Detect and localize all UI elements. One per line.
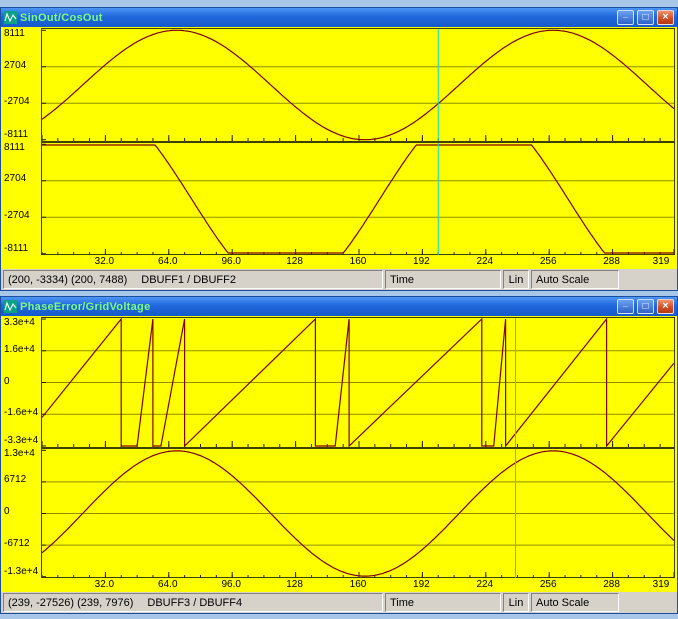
titlebar[interactable]: SinOut/CosOut _ □ × xyxy=(1,8,677,27)
subplot-lower-cosout[interactable] xyxy=(41,141,675,255)
x-axis-labels: 32.0 64.0 96.0 128 160 192 224 256 288 319 xyxy=(41,578,675,592)
y-tick-label: 6712 xyxy=(4,474,27,486)
y-tick-label: 3.3e+4 xyxy=(4,317,35,328)
subplot-upper-phaseerror[interactable] xyxy=(41,317,675,448)
maximize-icon: □ xyxy=(642,11,649,23)
x-tick-label: 256 xyxy=(539,579,557,590)
buffer-names: DBUFF3 / DBUFF4 xyxy=(147,596,243,609)
x-tick-label: 64.0 xyxy=(158,579,178,590)
y-tick-label: -8111 xyxy=(4,129,29,140)
x-tick-label: 224 xyxy=(476,256,494,267)
cursor-readout-panel: (239, -27526) (239, 7976) DBUFF3 / DBUFF… xyxy=(3,593,383,612)
x-tick-label: 192 xyxy=(413,256,430,267)
x-axis-labels: 32.0 64.0 96.0 128 160 192 224 256 288 319 xyxy=(41,255,675,269)
x-tick-label: 64.0 xyxy=(158,256,178,267)
x-tick-label: 128 xyxy=(286,256,303,267)
minimize-button[interactable]: _ xyxy=(617,299,634,314)
waveform-canvas xyxy=(42,448,674,578)
close-icon: × xyxy=(662,300,669,312)
statusbar-spacer xyxy=(621,270,675,289)
subplot-upper-sinout[interactable] xyxy=(41,28,675,142)
scale-mode-panel: Lin xyxy=(503,593,529,612)
statusbar-spacer xyxy=(621,593,675,612)
y-tick-label: 2704 xyxy=(4,59,27,71)
plot-area: 3.3e+4 1.6e+4 0 -1.6e+4 -3.3e+4 1.3e+4 6712 0 -… xyxy=(1,316,677,592)
scale-mode-label: Lin xyxy=(508,273,524,286)
waveform-canvas xyxy=(42,29,674,141)
plot-area: 8111 2704 -2704 -8111 8111 2704 -2704 -8111 32… xyxy=(1,27,677,269)
y-tick-label: -8111 xyxy=(4,242,29,254)
x-tick-label: 160 xyxy=(349,256,367,267)
y-tick-label: 2704 xyxy=(4,173,27,185)
y-tick-label: 1.3e+4 xyxy=(4,447,35,459)
close-icon: × xyxy=(662,11,669,23)
titlebar[interactable]: PhaseError/GridVoltage _ □ × xyxy=(1,297,677,316)
minimize-button[interactable]: _ xyxy=(617,10,634,25)
domain-mode-label: Time xyxy=(390,273,415,286)
scale-mode-panel: Lin xyxy=(503,270,529,289)
status-bar: (239, -27526) (239, 7976) DBUFF3 / DBUFF… xyxy=(1,592,677,613)
graph-window-phaseerror-gridvoltage: PhaseError/GridVoltage _ □ × 3.3e+4 1.6e+… xyxy=(0,296,678,614)
waveform-canvas xyxy=(42,318,674,447)
x-tick-label: 128 xyxy=(286,579,303,590)
graph-icon xyxy=(4,300,17,313)
close-button[interactable]: × xyxy=(657,10,674,25)
minimize-icon: _ xyxy=(622,298,628,308)
waveform-canvas xyxy=(42,142,674,255)
y-axis-labels: 1.3e+4 6712 0 -6712 -1.3e+4 xyxy=(1,448,41,579)
scale-mode-label: Lin xyxy=(508,596,524,609)
window-title: SinOut/CosOut xyxy=(20,11,103,24)
x-tick-label: 32.0 xyxy=(94,579,115,590)
y-tick-label: 0 xyxy=(4,375,10,387)
cursor-readout: (200, -3334) (200, 7488) xyxy=(8,273,128,286)
y-tick-label: 8111 xyxy=(4,28,25,39)
y-tick-label: -1.3e+4 xyxy=(4,565,39,577)
domain-mode-label: Time xyxy=(390,596,415,609)
x-tick-label: 96.0 xyxy=(221,256,241,267)
y-tick-label: 0 xyxy=(4,506,10,517)
y-tick-label: -2704 xyxy=(4,96,30,108)
status-bar: (200, -3334) (200, 7488) DBUFF1 / DBUFF2… xyxy=(1,269,677,290)
x-tick-label: 319 xyxy=(652,579,670,590)
y-tick-label: -6712 xyxy=(4,537,30,549)
y-axis-labels: 8111 2704 -2704 -8111 xyxy=(1,28,41,142)
x-tick-label: 192 xyxy=(413,579,430,590)
close-button[interactable]: × xyxy=(657,299,674,314)
y-tick-label: -1.6e+4 xyxy=(4,407,39,419)
y-tick-label: -3.3e+4 xyxy=(4,435,39,446)
domain-mode-panel: Time xyxy=(385,593,501,612)
cursor-readout: (239, -27526) (239, 7976) xyxy=(8,596,134,609)
y-axis-labels: 8111 2704 -2704 -8111 xyxy=(1,142,41,256)
x-tick-label: 96.0 xyxy=(221,579,241,590)
y-tick-label: 1.6e+4 xyxy=(4,343,35,355)
autoscale-label: Auto Scale xyxy=(536,596,590,609)
autoscale-label: Auto Scale xyxy=(536,273,590,286)
x-tick-label: 288 xyxy=(603,256,620,267)
maximize-icon: □ xyxy=(642,300,649,312)
x-tick-label: 288 xyxy=(603,579,620,590)
y-axis-labels: 3.3e+4 1.6e+4 0 -1.6e+4 -3.3e+4 xyxy=(1,317,41,448)
window-title: PhaseError/GridVoltage xyxy=(20,300,151,313)
x-tick-label: 319 xyxy=(652,256,670,267)
buffer-names: DBUFF1 / DBUFF2 xyxy=(141,273,236,286)
domain-mode-panel: Time xyxy=(385,270,501,289)
subplot-lower-gridvoltage[interactable] xyxy=(41,447,675,578)
y-tick-label: 8111 xyxy=(4,141,25,153)
x-tick-label: 32.0 xyxy=(94,256,115,267)
graph-icon xyxy=(4,11,17,24)
maximize-button[interactable]: □ xyxy=(637,10,654,25)
x-tick-label: 224 xyxy=(476,579,494,590)
x-tick-label: 160 xyxy=(349,579,367,590)
graph-window-sinout-cosout: SinOut/CosOut _ □ × 8111 2704 -2704 -8111 8… xyxy=(0,7,678,291)
minimize-icon: _ xyxy=(622,9,628,19)
autoscale-panel: Auto Scale xyxy=(531,593,619,612)
y-tick-label: -2704 xyxy=(4,209,30,221)
maximize-button[interactable]: □ xyxy=(637,299,654,314)
cursor-readout-panel: (200, -3334) (200, 7488) DBUFF1 / DBUFF2 xyxy=(3,270,383,289)
autoscale-panel: Auto Scale xyxy=(531,270,619,289)
x-tick-label: 256 xyxy=(539,256,557,267)
